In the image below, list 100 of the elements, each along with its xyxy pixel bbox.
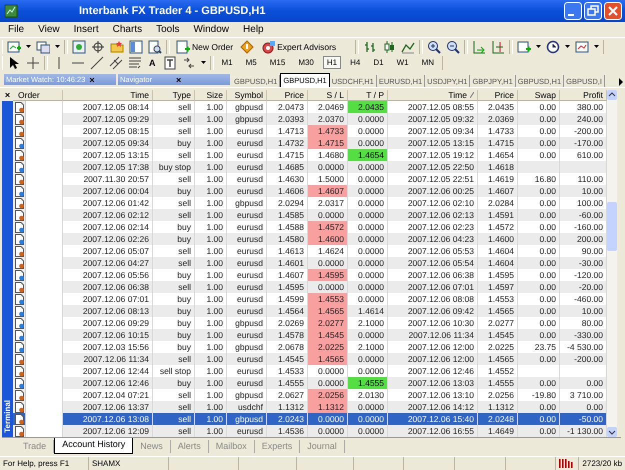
- restore-icon[interactable]: [584, 2, 602, 20]
- column-header[interactable]: T / P: [348, 90, 388, 101]
- table-row[interactable]: 2007.12.06 08:13 buy 1.00 eurusd 1.4564 1.4565 1.4614 2007.12.06 09:42 1.4565 0.00 10.00: [13, 305, 607, 317]
- status-help: For Help, press F1: [0, 457, 89, 470]
- timeframe-button[interactable]: MN: [418, 56, 438, 69]
- timeframe-button[interactable]: D1: [369, 56, 388, 69]
- zoom-out-icon[interactable]: [446, 40, 460, 54]
- minimize-icon[interactable]: [564, 2, 582, 20]
- menu-item[interactable]: View: [32, 24, 68, 35]
- crosshair-icon[interactable]: [91, 40, 105, 54]
- table-row[interactable]: 2007.12.06 02:26 buy 1.00 eurusd 1.4580 1.4600 0.0000 2007.12.06 04:23 1.4600 0.00 200.00: [13, 233, 607, 245]
- column-header[interactable]: Time: [63, 90, 153, 101]
- scroll-right-icon[interactable]: [617, 77, 625, 87]
- table-row[interactable]: 2007.12.05 09:29 sell 1.00 gbpusd 2.0393 2.0370 0.0000 2007.12.05 09:32 2.0369 0.00 240.00: [13, 113, 607, 125]
- warning-diamond-icon[interactable]: [240, 40, 254, 54]
- expert-advisors-button[interactable]: Expert Advisors: [259, 40, 338, 54]
- timeframe-button[interactable]: W1: [392, 56, 413, 69]
- caret-icon[interactable]: [594, 45, 600, 48]
- close-button[interactable]: ×: [176, 74, 228, 84]
- clock-icon[interactable]: [546, 40, 560, 54]
- table-row[interactable]: 2007.12.05 17:38 buy stop 1.00 eurusd 1.4685 0.0000 0.0000 2007.12.05 22:50 1.4618: [13, 161, 607, 173]
- table-row[interactable]: 2007.12.06 02:12 sell 1.00 eurusd 1.4585 0.0000 0.0000 2007.12.06 02:13 1.4591 0.00 -60.00: [13, 209, 607, 221]
- timeframe-button[interactable]: M5: [242, 56, 261, 69]
- close-button[interactable]: ×: [89, 74, 114, 84]
- menu-item[interactable]: Insert: [68, 24, 107, 35]
- close-icon[interactable]: [604, 2, 622, 20]
- table-row[interactable]: 2007.12.06 00:04 buy 1.00 eurusd 1.4606 1.4607 0.0000 2007.12.06 00:25 1.4607 0.00 10.00: [13, 185, 607, 197]
- indicator-add-icon[interactable]: [517, 40, 532, 54]
- table-row[interactable]: 2007.12.06 13:37 sell 1.00 usdchf 1.1312 1.1312 0.0000 2007.12.06 14:12 1.1312 0.00 0.00: [13, 401, 607, 413]
- table-row[interactable]: 2007.12.06 12:09 sell 1.00 eurusd 1.4536 0.0000 0.0000 2007.12.06 16:55 1.4649 0.00 -1 130.00: [13, 425, 607, 437]
- column-header[interactable]: Type: [153, 90, 195, 101]
- caret-icon[interactable]: [565, 45, 570, 48]
- table-row[interactable]: 2007.12.05 09:34 buy 1.00 eurusd 1.4732 1.4715 0.0000 2007.12.05 13:15 1.4715 0.00 -170.00: [13, 137, 607, 149]
- scrollbar[interactable]: [607, 90, 617, 437]
- order-document-icon: [14, 138, 24, 148]
- caret-icon[interactable]: [536, 45, 542, 48]
- scroll-thumb[interactable]: [607, 202, 617, 251]
- column-header[interactable]: Symbol: [227, 90, 267, 101]
- scroll-up-icon[interactable]: [607, 90, 617, 100]
- order-document-icon: [14, 426, 24, 436]
- auto-scroll-icon[interactable]: [472, 40, 486, 54]
- column-header[interactable]: Order: [13, 90, 63, 101]
- chart-shift-icon[interactable]: [491, 40, 506, 54]
- bar-chart-icon[interactable]: [363, 40, 378, 54]
- menu-item[interactable]: Charts: [106, 24, 150, 35]
- caret-icon[interactable]: [26, 45, 31, 48]
- windows-icon[interactable]: [36, 40, 50, 54]
- timeframe-button[interactable]: M1: [218, 56, 237, 69]
- table-row[interactable]: 2007.12.06 11:34 sell 1.00 eurusd 1.4545 1.4565 0.0000 2007.12.06 12:00 1.4565 0.00 -200.00: [13, 353, 607, 365]
- table-cell: 2007.12.06 16:55: [388, 425, 478, 437]
- timeframe-button[interactable]: H1: [322, 56, 342, 69]
- column-header[interactable]: S / L: [308, 90, 348, 101]
- table-cell: 0.0000: [308, 425, 348, 437]
- column-header[interactable]: Time: [388, 90, 478, 101]
- zoom-in-icon[interactable]: [427, 40, 442, 54]
- caret-icon[interactable]: [55, 45, 60, 48]
- menu-item[interactable]: Window: [187, 24, 238, 35]
- candlestick-icon[interactable]: [382, 40, 396, 54]
- label-icon[interactable]: [162, 56, 176, 70]
- menu-item[interactable]: File: [2, 24, 32, 35]
- order-document-icon: [14, 222, 24, 232]
- caret-icon[interactable]: [200, 61, 206, 64]
- panel-icon[interactable]: [129, 40, 143, 54]
- table-cell: 1.4595: [308, 269, 348, 281]
- channel-icon[interactable]: [109, 56, 123, 70]
- table-cell: 1.4649: [478, 425, 518, 437]
- expert-advisors-icon[interactable]: [261, 40, 276, 54]
- cursor-icon[interactable]: [7, 56, 21, 70]
- trend-line-icon[interactable]: [90, 56, 104, 70]
- new-order-icon[interactable]: [176, 40, 190, 54]
- arrows-icon[interactable]: [182, 56, 196, 70]
- column-header[interactable]: Swap: [518, 90, 560, 101]
- market-watch-icon[interactable]: [72, 40, 86, 54]
- column-header[interactable]: Profit: [560, 90, 607, 101]
- table-row[interactable]: 2007.12.06 06:38 sell 1.00 eurusd 1.4595 0.0000 0.0000 2007.12.06 07:01 1.4597 0.00 -20.00: [13, 281, 607, 293]
- table-row[interactable]: 2007.12.06 04:27 sell 1.00 eurusd 1.4601 0.0000 0.0000 2007.12.06 05:54 1.4604 0.00 -30.00: [13, 257, 607, 269]
- new-order-button[interactable]: New Order: [174, 40, 236, 54]
- text-tool[interactable]: A: [147, 58, 158, 68]
- document-search-icon[interactable]: [148, 40, 162, 54]
- column-header[interactable]: Size: [195, 90, 227, 101]
- crosshair-icon[interactable]: [26, 56, 40, 70]
- table-cell: 1.4600: [308, 233, 348, 245]
- template-icon[interactable]: [575, 40, 590, 54]
- table-row[interactable]: 2007.12.06 10:15 buy 1.00 eurusd 1.4578 1.4545 0.0000 2007.12.06 11:34 1.4545 0.00 -330.00: [13, 329, 607, 341]
- timeframe-button[interactable]: M30: [294, 56, 318, 69]
- chart-add-icon[interactable]: [7, 40, 21, 54]
- terminal-tab[interactable]: Account History: [54, 438, 134, 454]
- menu-item[interactable]: Help: [237, 24, 272, 35]
- table-row[interactable]: 2007.12.06 12:46 buy 1.00 eurusd 1.4555 0.0000 1.4555 2007.12.06 13:03 1.4555 0.00 0.00: [13, 377, 607, 389]
- scroll-down-icon[interactable]: [607, 427, 617, 437]
- order-document-icon: [14, 354, 24, 364]
- close-button[interactable]: ×: [2, 90, 13, 101]
- folder-star-icon[interactable]: [110, 40, 124, 54]
- sort-indicator-icon: [470, 92, 474, 98]
- timeframe-button[interactable]: M15: [266, 56, 290, 69]
- column-header[interactable]: Price: [478, 90, 518, 101]
- menu-item[interactable]: Tools: [150, 24, 188, 35]
- timeframe-button[interactable]: H4: [346, 56, 364, 69]
- table-row[interactable]: 2007.12.06 13:08 sell 1.00 gbpusd 2.0243 0.0000 0.0000 2007.12.06 15:40 2.0248 0.00 -50.00: [13, 413, 607, 425]
- column-header[interactable]: Price: [267, 90, 308, 101]
